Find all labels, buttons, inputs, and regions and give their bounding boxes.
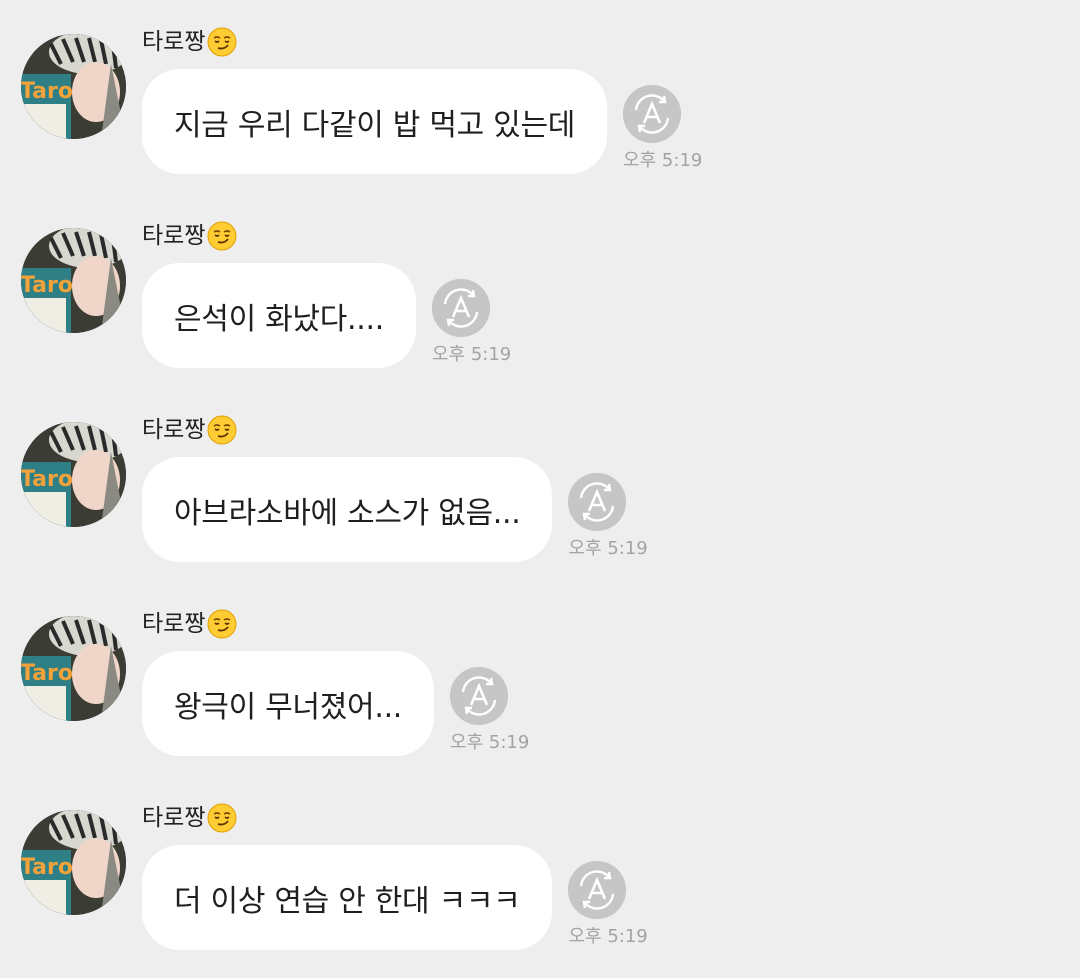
sender-label: 타로짱	[142, 220, 237, 252]
smirking-face-icon	[207, 803, 237, 833]
message-meta: 오후 5:19	[623, 85, 702, 172]
chat-message: Taro 타로짱 아브라소바에 소스가 없음... 오후 5:19	[0, 388, 1080, 582]
message-row: 아브라소바에 소스가 없음... 오후 5:19	[142, 457, 648, 562]
avatar-logo-text: Taro	[21, 273, 73, 298]
sender-name: 타로짱	[142, 29, 206, 55]
smirking-face-icon	[207, 221, 237, 251]
translate-button[interactable]	[450, 667, 509, 725]
avatar-logo-text: Taro	[21, 467, 73, 492]
timestamp: 오후 5:19	[450, 732, 530, 753]
translate-a-icon	[568, 473, 627, 531]
chat-message: Taro 타로짱 은석이 화났다.... 오후 5:19	[0, 194, 1080, 388]
message-bubble[interactable]: 왕극이 무너졌어...	[142, 651, 435, 756]
message-bubble[interactable]: 은석이 화났다....	[142, 263, 416, 368]
message-text: 은석이 화났다....	[174, 301, 384, 337]
translate-button[interactable]	[568, 861, 627, 919]
translate-button[interactable]	[431, 279, 490, 337]
sender-label: 타로짱	[142, 608, 237, 640]
sender-name: 타로짱	[142, 417, 206, 443]
sender-label: 타로짱	[142, 414, 237, 446]
translate-button[interactable]	[623, 85, 682, 143]
message-text: 왕극이 무너졌어...	[174, 689, 403, 725]
avatar-logo-text: Taro	[21, 661, 73, 686]
message-bubble[interactable]: 지금 우리 다같이 밥 먹고 있는데	[142, 69, 608, 174]
message-meta: 오후 5:19	[431, 279, 512, 366]
avatar[interactable]: Taro	[21, 616, 126, 721]
translate-a-icon	[431, 279, 490, 337]
translate-button[interactable]	[568, 473, 627, 531]
message-meta: 오후 5:19	[450, 667, 529, 754]
message-row: 더 이상 연습 안 한대 ㅋㅋㅋ 오후 5:19	[142, 845, 648, 950]
message-text: 아브라소바에 소스가 없음...	[174, 495, 521, 531]
avatar-image: Taro	[21, 810, 126, 915]
chat-message: Taro 타로짱 더 이상 연습 안 한대 ㅋㅋㅋ 오후 5:19	[0, 776, 1080, 970]
avatar[interactable]: Taro	[21, 34, 126, 139]
message-text: 지금 우리 다같이 밥 먹고 있는데	[174, 107, 576, 143]
avatar-image: Taro	[21, 228, 126, 333]
timestamp: 오후 5:19	[568, 926, 648, 947]
smirking-face-icon	[207, 27, 237, 57]
sender-name: 타로짱	[142, 223, 206, 249]
sender-label: 타로짱	[142, 802, 237, 834]
avatar[interactable]: Taro	[21, 810, 126, 915]
sender-name: 타로짱	[142, 611, 206, 637]
timestamp: 오후 5:19	[568, 538, 648, 559]
avatar-logo-text: Taro	[21, 855, 73, 880]
avatar[interactable]: Taro	[21, 228, 126, 333]
message-bubble[interactable]: 아브라소바에 소스가 없음...	[142, 457, 553, 562]
chat-message: Taro 타로짱 왕극이 무너졌어... 오후 5:19	[0, 582, 1080, 776]
avatar[interactable]: Taro	[21, 422, 126, 527]
avatar-image: Taro	[21, 616, 126, 721]
avatar-image: Taro	[21, 422, 126, 527]
smirking-face-icon	[207, 415, 237, 445]
avatar-image: Taro	[21, 34, 126, 139]
message-row: 왕극이 무너졌어... 오후 5:19	[142, 651, 529, 756]
timestamp: 오후 5:19	[431, 344, 512, 365]
smirking-face-icon	[207, 609, 237, 639]
timestamp: 오후 5:19	[623, 150, 703, 171]
chat-message: Taro 타로짱 지금 우리 다같이 밥 먹고 있는데 오후 5:19	[0, 0, 1080, 194]
translate-a-icon	[623, 85, 682, 143]
sender-name: 타로짱	[142, 805, 206, 831]
avatar-logo-text: Taro	[21, 79, 73, 104]
message-meta: 오후 5:19	[568, 861, 648, 948]
message-bubble[interactable]: 더 이상 연습 안 한대 ㅋㅋㅋ	[142, 845, 553, 950]
message-text: 더 이상 연습 안 한대 ㅋㅋㅋ	[174, 883, 521, 919]
chat-message-list: Taro 타로짱 지금 우리 다같이 밥 먹고 있는데 오후 5:19 Taro…	[0, 0, 1080, 978]
message-row: 지금 우리 다같이 밥 먹고 있는데 오후 5:19	[142, 69, 702, 174]
translate-a-icon	[568, 861, 627, 919]
message-meta: 오후 5:19	[568, 473, 648, 560]
translate-a-icon	[450, 667, 509, 725]
message-row: 은석이 화났다.... 오후 5:19	[142, 263, 511, 368]
sender-label: 타로짱	[142, 26, 237, 58]
